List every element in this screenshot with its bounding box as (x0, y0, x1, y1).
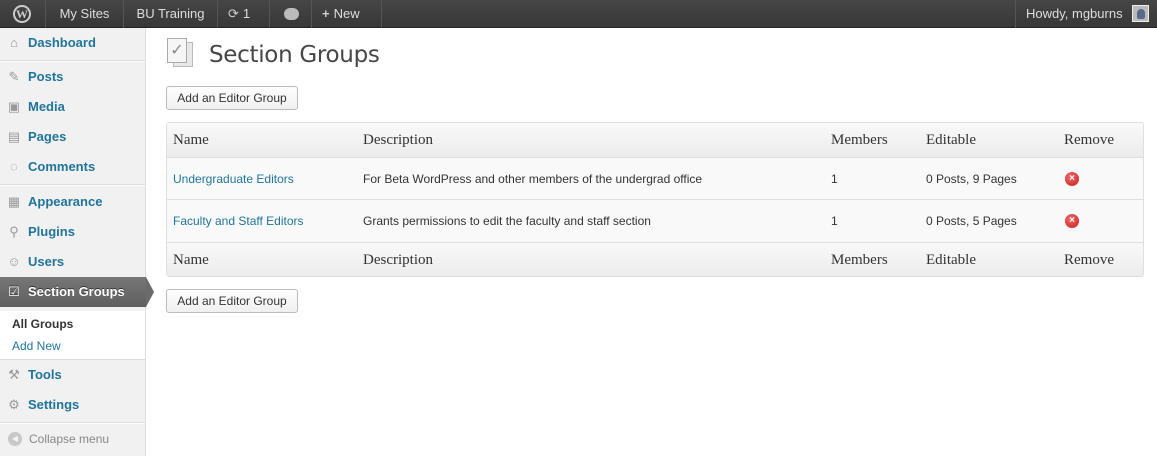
groups-table: Name Description Members Editable Remove… (166, 122, 1144, 277)
remove-icon: × (1065, 171, 1079, 186)
group-members-count: 1 (831, 171, 838, 186)
column-header-name: Name (173, 131, 209, 148)
wordpress-logo-icon[interactable]: W (0, 0, 46, 28)
group-description: For Beta WordPress and other members of … (363, 171, 703, 186)
pushpin-icon: ✎ (8, 69, 20, 84)
sidebar-item-users[interactable]: ☺ Users (0, 247, 145, 277)
comments-link[interactable] (270, 0, 312, 28)
sidebar-item-label: Media (28, 99, 65, 114)
plus-icon: + (322, 6, 330, 21)
sidebar-item-dashboard[interactable]: ⌂ Dashboard (0, 28, 145, 58)
column-footer-description: Description (363, 251, 433, 268)
sidebar-item-media[interactable]: ▣ Media (0, 92, 145, 122)
collapse-arrow-icon: ◀ (8, 432, 22, 446)
column-header-members: Members (831, 131, 888, 148)
group-editable-summary: 0 Posts, 9 Pages (926, 171, 1017, 186)
submenu-all-groups[interactable]: All Groups (12, 317, 73, 331)
table-footer-row: Name Description Members Editable Remove (167, 242, 1143, 276)
group-members-count: 1 (831, 214, 838, 228)
remove-group-button[interactable]: × (1064, 200, 1079, 242)
column-footer-editable: Editable (926, 251, 976, 268)
section-groups-page-icon: ✓ (167, 38, 197, 68)
collapse-menu-button[interactable]: ◀ Collapse menu (0, 426, 145, 452)
new-content-link[interactable]: + New (312, 0, 382, 28)
group-name-link[interactable]: Faculty and Staff Editors (173, 200, 304, 242)
new-label: New (333, 6, 360, 21)
sidebar-item-label: Plugins (28, 224, 75, 239)
admin-bar: W My Sites BU Training ⟳ 1 + New Howdy, mg… (0, 0, 1157, 28)
sidebar-item-label: Settings (28, 397, 80, 412)
account-greeting: Howdy, mgburns (1026, 6, 1123, 21)
site-name-link[interactable]: BU Training (124, 0, 218, 28)
column-header-remove: Remove (1064, 131, 1114, 148)
users-icon: ☺ (7, 254, 21, 269)
sidebar-item-label: Comments (28, 159, 96, 174)
comment-icon: ◌ (10, 159, 18, 174)
table-header-row: Name Description Members Editable Remove (167, 123, 1143, 158)
sidebar-item-comments[interactable]: ◌ Comments (0, 152, 145, 182)
table-row: Undergraduate Editors For Beta WordPress… (167, 158, 1143, 200)
group-description: Grants permissions to edit the faculty a… (363, 214, 651, 228)
tools-icon: ⚒ (8, 367, 20, 382)
my-account-link[interactable]: Howdy, mgburns (1015, 0, 1157, 28)
remove-group-button[interactable]: × (1064, 158, 1079, 199)
add-editor-group-button-bottom[interactable]: Add an Editor Group (166, 289, 298, 313)
column-header-description: Description (363, 131, 433, 148)
sidebar-item-tools[interactable]: ⚒ Tools (0, 360, 145, 390)
page-title: Section Groups (209, 42, 380, 68)
remove-icon: × (1065, 214, 1079, 228)
plug-icon: ⚲ (9, 224, 19, 239)
sidebar-item-label: Pages (28, 129, 67, 144)
checkbox-icon: ☑ (8, 284, 20, 299)
column-footer-members: Members (831, 251, 888, 268)
media-icon: ▣ (7, 99, 21, 114)
sidebar-item-section-groups[interactable]: ☑ Section Groups (0, 277, 154, 307)
comment-bubble-icon (284, 8, 299, 20)
admin-sidebar: ⌂ Dashboard ✎ Posts ▣ Media ▤ Pages ◌ Comment… (0, 28, 154, 456)
column-footer-remove: Remove (1064, 251, 1114, 268)
updates-link[interactable]: ⟳ 1 (218, 0, 270, 28)
table-row: Faculty and Staff Editors Grants permiss… (167, 200, 1143, 242)
menu-separator (0, 422, 145, 424)
menu-separator (0, 184, 145, 186)
refresh-icon: ⟳ (228, 6, 239, 21)
group-editable-summary: 0 Posts, 5 Pages (926, 214, 1017, 228)
settings-icon: ⚙ (8, 397, 20, 412)
column-header-editable: Editable (926, 131, 976, 148)
avatar (1132, 5, 1149, 22)
sidebar-item-label: Appearance (28, 194, 103, 209)
collapse-menu-label: Collapse menu (29, 432, 110, 446)
updates-count: 1 (242, 6, 251, 21)
section-groups-submenu: All Groups Add New (0, 311, 145, 360)
submenu-add-new[interactable]: Add New (12, 339, 61, 353)
sidebar-item-label: Tools (28, 367, 62, 382)
sidebar-item-pages[interactable]: ▤ Pages (0, 122, 145, 152)
sidebar-item-label: Dashboard (28, 35, 96, 50)
column-footer-name: Name (173, 251, 209, 268)
sidebar-item-posts[interactable]: ✎ Posts (0, 62, 145, 92)
pages-icon: ▤ (7, 129, 21, 144)
my-sites-link[interactable]: My Sites (46, 0, 124, 28)
group-name-link[interactable]: Undergraduate Editors (173, 158, 294, 199)
sidebar-item-label: Section Groups (28, 284, 125, 299)
sidebar-item-label: Users (28, 254, 65, 269)
sidebar-item-label: Posts (28, 69, 64, 84)
add-editor-group-button[interactable]: Add an Editor Group (166, 86, 298, 110)
home-icon: ⌂ (10, 35, 18, 50)
sidebar-item-settings[interactable]: ⚙ Settings (0, 390, 145, 420)
sidebar-item-appearance[interactable]: ▦ Appearance (0, 187, 145, 217)
appearance-icon: ▦ (7, 194, 21, 209)
sidebar-item-plugins[interactable]: ⚲ Plugins (0, 217, 145, 247)
